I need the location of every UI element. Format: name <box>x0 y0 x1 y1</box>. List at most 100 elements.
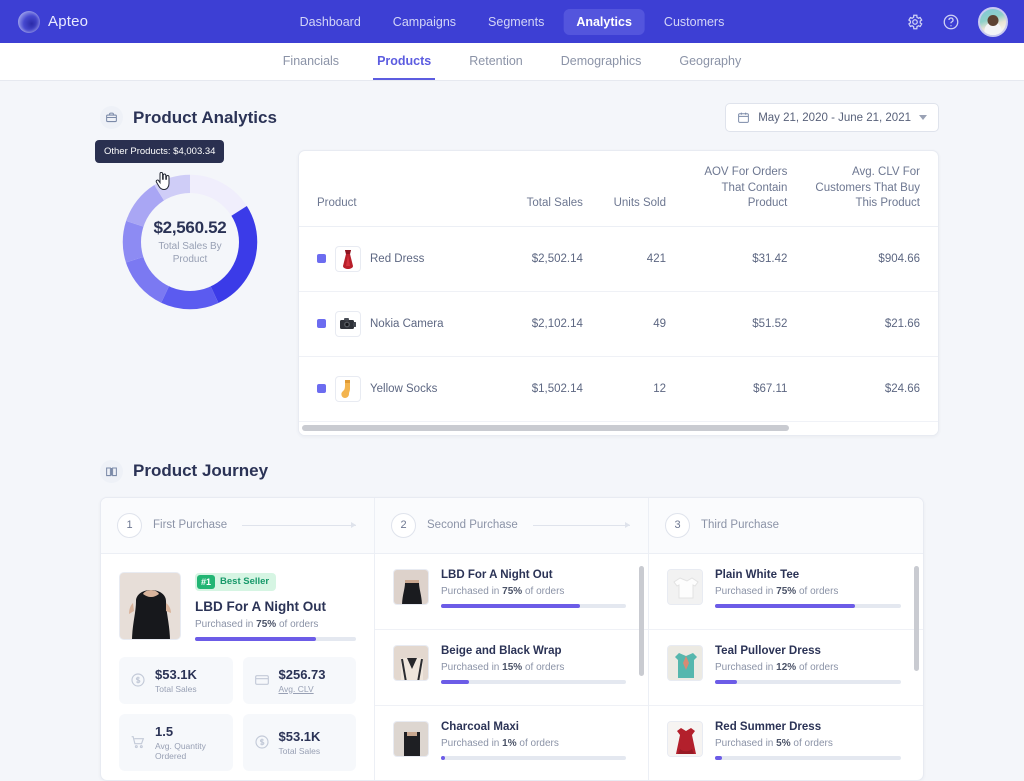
chevron-down-icon <box>919 115 927 120</box>
cell-units-sold: 421 <box>592 226 676 292</box>
purchase-prefix: Purchased in <box>195 618 257 630</box>
user-avatar[interactable] <box>978 6 1008 37</box>
journey-column-body[interactable]: Plain White Tee Purchased in 75% of orde… <box>649 554 923 780</box>
best-seller-badge: #1 Best Seller <box>195 572 277 591</box>
purchase-prefix: Purchased in <box>441 737 503 749</box>
cell-clv: $21.66 <box>797 291 938 357</box>
progress-bar <box>715 603 901 608</box>
journey-column-first-purchase: 1 First Purchase #1 Best Seller LBD For … <box>101 497 375 780</box>
hero-product-card[interactable]: #1 Best Seller LBD For A Night Out Purch… <box>101 554 374 641</box>
dollar-circle-icon <box>130 672 146 688</box>
tab-demographics[interactable]: Demographics <box>557 43 646 80</box>
donut-total-value: $2,560.52 <box>153 218 227 237</box>
page-title: Product Analytics <box>100 106 277 129</box>
help-icon[interactable] <box>942 13 960 31</box>
list-item[interactable]: Plain White Tee Purchased in 75% of orde… <box>649 554 923 630</box>
dollar-circle-icon <box>254 734 270 750</box>
analytics-row: Other Products: $4,003.34 $2,560.52 Tota… <box>95 140 939 436</box>
apteo-logo-icon <box>18 10 40 33</box>
stage-label: Third Purchase <box>701 519 779 532</box>
product-thumbnail-beige-wrap <box>393 644 429 681</box>
purchase-prefix: Purchased in <box>715 585 777 597</box>
journey-title-text: Product Journey <box>133 461 269 481</box>
table-row[interactable]: Nokia Camera $2,102.14 49 $51.52 $21.66 <box>299 291 938 357</box>
hero-product-image-lbd <box>119 571 181 640</box>
purchase-suffix: of orders <box>790 737 833 749</box>
nav-actions <box>906 6 1008 37</box>
purchase-rate: Purchased in 12% of orders <box>715 662 901 673</box>
progress-bar <box>715 679 901 684</box>
nav-item-analytics[interactable]: Analytics <box>563 8 645 35</box>
purchase-prefix: Purchased in <box>715 737 777 749</box>
series-color-swatch <box>317 319 326 329</box>
badge-label: Best Seller <box>220 576 270 588</box>
date-range-picker[interactable]: May 21, 2020 - June 21, 2021 <box>725 103 939 132</box>
list-item[interactable]: Teal Pullover Dress Purchased in 12% of … <box>649 630 923 706</box>
nav-item-customers[interactable]: Customers <box>651 9 737 35</box>
top-navigation-bar: Apteo Dashboard Campaigns Segments Analy… <box>0 0 1024 43</box>
stat-tile-avg-quantity[interactable]: 1.5 Avg. Quantity Ordered <box>119 713 233 771</box>
stat-tile-total-sales[interactable]: $53.1K Total Sales <box>119 656 233 704</box>
stat-value: 1.5 <box>155 723 174 739</box>
hero-stat-tiles: $53.1K Total Sales $256.73 Avg. CLV 1.5 … <box>101 641 374 771</box>
nav-item-segments[interactable]: Segments <box>475 9 557 35</box>
table-header-row: Product Total Sales Units Sold AOV For O… <box>299 151 938 227</box>
stat-tile-avg-clv[interactable]: $256.73 Avg. CLV <box>242 656 356 704</box>
journey-column-body[interactable]: LBD For A Night Out Purchased in 75% of … <box>375 554 648 780</box>
donut-caption: Total Sales By Product <box>158 241 221 266</box>
page-title-text: Product Analytics <box>133 107 277 127</box>
progress-bar <box>715 755 901 760</box>
stat-label: Avg. CLV <box>278 683 314 694</box>
journey-column-second-purchase: 2 Second Purchase LBD For A Night Out Pu… <box>375 497 649 780</box>
column-scrollbar[interactable] <box>639 565 644 676</box>
th-product[interactable]: Product <box>299 151 498 227</box>
total-sales-by-product-donut[interactable]: $2,560.52 Total Sales By Product <box>118 170 262 314</box>
tab-products[interactable]: Products <box>373 43 436 80</box>
stat-tile-total-sales-2[interactable]: $53.1K Total Sales <box>242 713 356 771</box>
nav-item-campaigns[interactable]: Campaigns <box>380 9 469 35</box>
list-item[interactable]: Red Summer Dress Purchased in 5% of orde… <box>649 706 923 780</box>
product-thumbnail-white-tee <box>667 568 703 605</box>
brand-logo-group[interactable]: Apteo <box>18 10 88 33</box>
chart-tooltip: Other Products: $4,003.34 <box>95 140 225 163</box>
purchase-suffix: of orders <box>796 661 839 673</box>
tab-financials[interactable]: Financials <box>279 43 343 80</box>
column-scrollbar[interactable] <box>914 565 919 671</box>
card-icon <box>254 672 270 688</box>
gear-icon[interactable] <box>906 13 924 31</box>
purchase-rate: Purchased in 15% of orders <box>441 662 626 673</box>
product-name: Red Summer Dress <box>715 720 822 733</box>
th-clv[interactable]: Avg. CLV For Customers That Buy This Pro… <box>797 151 938 227</box>
product-thumbnail-teal-dress <box>667 644 703 681</box>
purchase-percent: 15% <box>502 661 523 673</box>
list-item[interactable]: Charcoal Maxi Purchased in 1% of orders <box>375 706 648 780</box>
tab-geography[interactable]: Geography <box>675 43 745 80</box>
journey-stage-header: 3 Third Purchase <box>649 497 923 554</box>
book-icon <box>100 459 123 483</box>
stat-value: $53.1K <box>278 728 321 744</box>
scrollbar-thumb[interactable] <box>302 425 790 432</box>
purchase-rate: Purchased in 5% of orders <box>715 738 901 749</box>
cell-aov: $31.42 <box>675 226 798 292</box>
nav-item-dashboard[interactable]: Dashboard <box>287 9 374 35</box>
cell-aov: $51.52 <box>675 291 798 357</box>
th-total-sales[interactable]: Total Sales <box>497 151 593 227</box>
stat-label: Total Sales <box>155 683 197 694</box>
stage-number: 3 <box>665 512 690 538</box>
table-row[interactable]: Yellow Socks $1,502.14 12 $67.11 $24.66 <box>299 356 938 421</box>
table-horizontal-scrollbar[interactable] <box>299 420 938 435</box>
donut-chart-container: Other Products: $4,003.34 $2,560.52 Tota… <box>95 140 280 314</box>
table-row[interactable]: Red Dress $2,502.14 421 $31.42 $904.66 <box>299 226 938 292</box>
list-item[interactable]: Beige and Black Wrap Purchased in 15% of… <box>375 630 648 706</box>
purchase-suffix: of orders <box>522 661 565 673</box>
tab-retention[interactable]: Retention <box>465 43 527 80</box>
stage-arrow-icon <box>242 522 356 529</box>
th-units-sold[interactable]: Units Sold <box>592 151 676 227</box>
donut-caption-line1: Total Sales By <box>158 241 222 252</box>
list-item[interactable]: LBD For A Night Out Purchased in 75% of … <box>375 554 648 630</box>
cell-total-sales: $1,502.14 <box>531 382 583 395</box>
product-name: Teal Pullover Dress <box>715 644 821 657</box>
th-aov[interactable]: AOV For Orders That Contain Product <box>675 151 798 227</box>
cell-product: Nokia Camera <box>299 291 498 357</box>
purchase-suffix: of orders <box>276 618 319 630</box>
